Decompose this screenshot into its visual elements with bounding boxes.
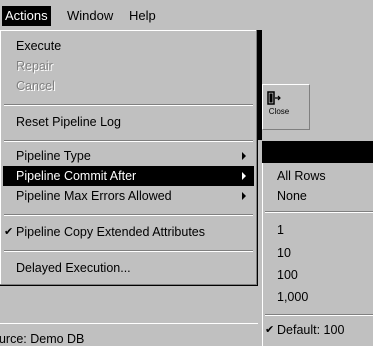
submenu-item-none[interactable]: None bbox=[263, 186, 373, 206]
submenu-item-default-label: Default: 100 bbox=[277, 323, 345, 337]
menu-item-pipeline-type-label: Pipeline Type bbox=[16, 149, 91, 163]
submenu-item-none-label: None bbox=[277, 189, 307, 203]
menu-separator bbox=[4, 140, 253, 142]
menu-item-reset-pipeline-log-label: Reset Pipeline Log bbox=[16, 115, 121, 129]
check-icon: ✔ bbox=[4, 226, 14, 238]
menu-item-pipeline-commit-after[interactable]: Pipeline Commit After bbox=[3, 166, 254, 186]
menu-actions-label: Actions bbox=[5, 8, 48, 23]
menu-item-pipeline-copy-extended[interactable]: ✔ Pipeline Copy Extended Attributes bbox=[3, 222, 254, 242]
menu-help-label: Help bbox=[129, 8, 156, 23]
menu-item-pipeline-commit-after-label: Pipeline Commit After bbox=[16, 169, 137, 183]
menu-separator bbox=[4, 214, 253, 216]
submenu-item-default[interactable]: ✔ Default: 100 bbox=[263, 320, 373, 340]
submenu-item-1000-label: 1,000 bbox=[277, 290, 309, 304]
submenu-item-all-rows-label: All Rows bbox=[277, 169, 326, 183]
menu-item-delayed-execution-label: Delayed Execution... bbox=[16, 261, 131, 275]
menu-item-repair: Repair bbox=[3, 56, 254, 76]
menu-bar: Actions Window Help bbox=[0, 0, 373, 31]
submenu-item-10[interactable]: 10 bbox=[263, 243, 373, 263]
actions-menu: Execute Repair Cancel Reset Pipeline Log… bbox=[0, 30, 258, 286]
submenu-arrow-icon bbox=[242, 192, 246, 200]
menu-actions[interactable]: Actions bbox=[2, 6, 51, 26]
menu-item-execute-label: Execute bbox=[16, 39, 62, 53]
selected-row-bar bbox=[262, 141, 373, 163]
close-toolbar-button[interactable]: Close bbox=[262, 84, 310, 130]
check-icon: ✔ bbox=[265, 324, 275, 336]
menu-item-pipeline-max-errors[interactable]: Pipeline Max Errors Allowed bbox=[3, 186, 254, 206]
menu-window-label: Window bbox=[67, 8, 114, 23]
menu-item-repair-label: Repair bbox=[16, 59, 53, 73]
submenu-item-100[interactable]: 100 bbox=[263, 265, 373, 285]
menu-item-pipeline-max-errors-label: Pipeline Max Errors Allowed bbox=[16, 189, 172, 203]
menu-separator bbox=[4, 250, 253, 252]
source-label: ource: Demo DB bbox=[0, 332, 85, 346]
submenu-item-100-label: 100 bbox=[277, 268, 298, 282]
submenu-item-1000[interactable]: 1,000 bbox=[263, 287, 373, 307]
menu-window[interactable]: Window bbox=[64, 6, 116, 26]
menu-help[interactable]: Help bbox=[126, 6, 159, 26]
menu-item-execute[interactable]: Execute bbox=[3, 36, 254, 56]
close-toolbar-label: Close bbox=[268, 107, 290, 116]
submenu-item-10-label: 10 bbox=[277, 246, 291, 260]
submenu-arrow-icon bbox=[242, 172, 246, 180]
menu-item-cancel: Cancel bbox=[3, 76, 254, 96]
menu-item-cancel-label: Cancel bbox=[16, 79, 55, 93]
menu-item-pipeline-copy-extended-label: Pipeline Copy Extended Attributes bbox=[16, 225, 206, 239]
divider bbox=[0, 323, 258, 324]
menu-separator bbox=[4, 104, 253, 106]
submenu-item-1[interactable]: 1 bbox=[263, 220, 373, 240]
menu-item-pipeline-type[interactable]: Pipeline Type bbox=[3, 146, 254, 166]
submenu-separator bbox=[265, 314, 373, 316]
close-icon bbox=[267, 91, 281, 105]
submenu-item-all-rows[interactable]: All Rows bbox=[263, 166, 373, 186]
submenu-item-1-label: 1 bbox=[277, 223, 284, 237]
menu-item-delayed-execution[interactable]: Delayed Execution... bbox=[3, 258, 254, 278]
submenu-arrow-icon bbox=[242, 152, 246, 160]
commit-after-submenu: All Rows None 1 10 100 1,000 ✔ Default: 1… bbox=[262, 163, 373, 346]
menu-item-reset-pipeline-log[interactable]: Reset Pipeline Log bbox=[3, 112, 254, 132]
submenu-separator bbox=[265, 211, 373, 213]
